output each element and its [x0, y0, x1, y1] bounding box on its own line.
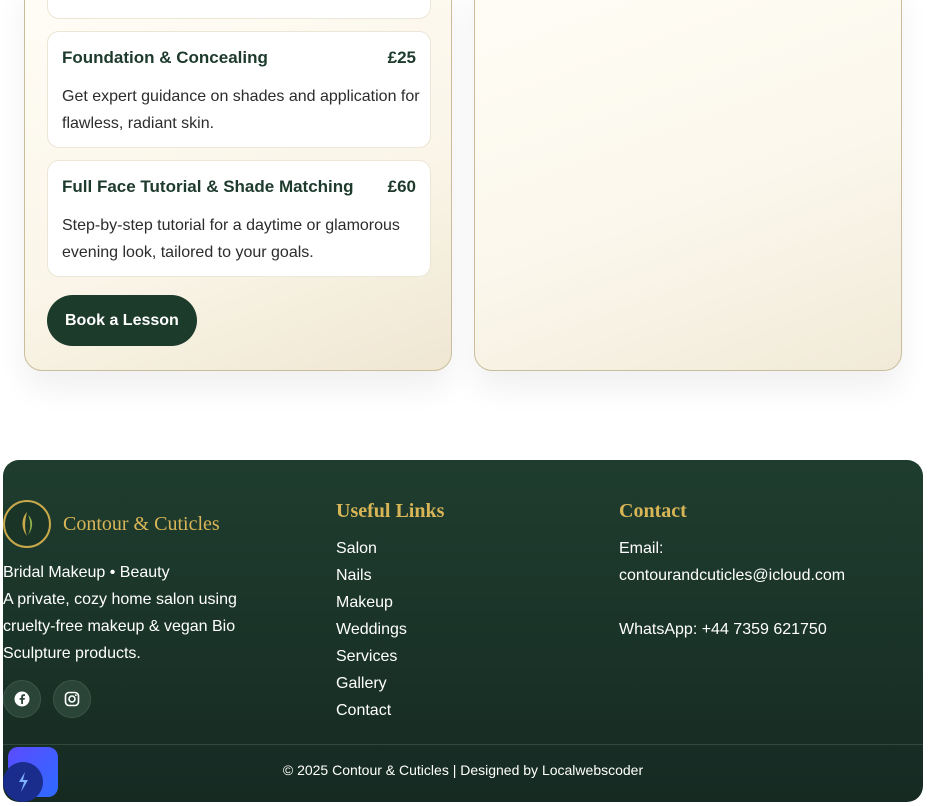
- service-card: Foundation & Concealing £25 Get expert g…: [47, 31, 431, 148]
- footer-link-weddings[interactable]: Weddings: [336, 616, 407, 643]
- useful-links-heading: Useful Links: [336, 500, 445, 522]
- email-label: Email:: [619, 540, 664, 557]
- instagram-link[interactable]: [53, 680, 91, 718]
- footer-about: A private, cozy home salon using cruelty…: [3, 591, 237, 662]
- site-footer: Contour & Cuticles Bridal Makeup • Beaut…: [3, 460, 923, 802]
- footer-link-nails[interactable]: Nails: [336, 562, 407, 589]
- book-lesson-button[interactable]: Book a Lesson: [47, 295, 197, 346]
- service-card-header: Full Face Tutorial & Shade Matching £60: [62, 177, 416, 197]
- service-price: £25: [387, 48, 416, 67]
- service-card: Full Face Tutorial & Shade Matching £60 …: [47, 160, 431, 277]
- lesson-panel: Foundation & Concealing £25 Get expert g…: [24, 0, 452, 371]
- useful-links-list: Salon Nails Makeup Weddings Services Gal…: [336, 535, 407, 724]
- image-panel: [474, 0, 902, 371]
- footer-link-makeup[interactable]: Makeup: [336, 589, 407, 616]
- footer-tagline: Bridal Makeup • Beauty: [3, 564, 170, 581]
- brand-name: Contour & Cuticles: [63, 512, 220, 535]
- email-link[interactable]: contourandcuticles@icloud.com: [619, 562, 919, 589]
- footer-link-gallery[interactable]: Gallery: [336, 670, 407, 697]
- whatsapp-link[interactable]: WhatsApp: +44 7359 621750: [619, 616, 919, 643]
- copyright-text: © 2025 Contour & Cuticles | Designed by …: [282, 762, 644, 778]
- contact-spacer: [619, 589, 919, 616]
- brand-logo-icon: [3, 500, 51, 548]
- contact-details: Email: contourandcuticles@icloud.com Wha…: [619, 535, 919, 643]
- instagram-icon: [64, 691, 80, 707]
- service-description: Step-by-step tutorial for a daytime or g…: [62, 217, 400, 261]
- footer-link-contact[interactable]: Contact: [336, 697, 407, 724]
- service-card-previous: [47, 0, 431, 19]
- service-title: Foundation & Concealing: [62, 48, 268, 67]
- services-section: Foundation & Concealing £25 Get expert g…: [0, 0, 933, 460]
- contact-heading: Contact: [619, 500, 687, 522]
- footer-divider: [3, 744, 923, 745]
- facebook-icon: [14, 691, 30, 707]
- service-description: Get expert guidance on shades and applic…: [62, 88, 420, 132]
- footer-brand: Contour & Cuticles: [3, 500, 220, 548]
- footer-link-salon[interactable]: Salon: [336, 535, 407, 562]
- service-price: £60: [387, 177, 416, 196]
- facebook-link[interactable]: [3, 680, 41, 718]
- service-card-header: Foundation & Concealing £25: [62, 48, 416, 68]
- service-title: Full Face Tutorial & Shade Matching: [62, 177, 354, 196]
- footer-link-services[interactable]: Services: [336, 643, 407, 670]
- widget-logo-icon[interactable]: [3, 762, 43, 802]
